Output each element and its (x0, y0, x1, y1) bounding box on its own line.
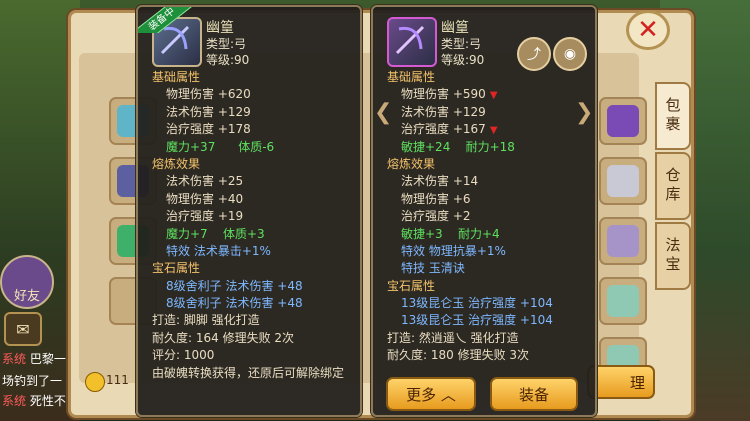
attr-row-extra: 敏捷+3 耐力+4 (401, 226, 500, 241)
arrange-button[interactable]: 理 (587, 365, 655, 399)
refine-title: 熔炼效果 (152, 156, 201, 171)
equipped-item-tooltip: 装备中 幽篁 类型:弓 等级:90 基础属性 物理伤害 +620 法术伤害 +1… (136, 5, 362, 417)
base-attr-title: 基础属性 (152, 70, 201, 84)
friends-label[interactable]: 好友 (14, 285, 40, 304)
arrange-button-label: 理 (629, 373, 645, 392)
gem-title: 宝石属性 (152, 261, 201, 276)
prev-arrow-icon[interactable]: ❮ (374, 100, 392, 125)
crafter: 打造: 然逍遥乀 强化打造 (387, 330, 519, 345)
more-button[interactable]: 更多 ︿ (386, 377, 476, 411)
bow-icon (387, 17, 437, 67)
item-type: 类型:弓 (206, 37, 247, 51)
item-attributes: 基础属性 物理伤害 +590 ▼ 法术伤害 +129 治疗强度 +167 ▼ 敏捷+… (387, 69, 589, 365)
score: 评分: 1000 (152, 348, 215, 363)
attr-row-extra: 魔力+7 体质+3 (166, 226, 265, 241)
item-attributes: 基础属性 物理伤害 +620 法术伤害 +129 治疗强度 +178 魔力+37… (152, 69, 354, 382)
refine-title: 熔炼效果 (387, 156, 436, 171)
attr-row: 法术伤害 +25 (166, 174, 244, 189)
item-name: 幽篁 (206, 20, 234, 36)
item-level: 等级:90 (441, 53, 485, 67)
attr-row: 治疗强度 +19 (166, 209, 244, 224)
bind-note: 由破魄转换获得，还原后可解除绑定 (152, 365, 345, 380)
attr-row: 治疗强度 +2 (401, 209, 471, 224)
coin-amount: 111 (106, 373, 129, 387)
attr-row: 物理伤害 +620 (166, 87, 251, 102)
tab-warehouse-label: 仓库 (663, 167, 682, 205)
item-level: 等级:90 (206, 53, 250, 67)
attr-row: 法术伤害 +129 (166, 104, 251, 119)
gem-row: 8级舍利子 法术伤害 +48 (166, 296, 303, 311)
gem-title: 宝石属性 (387, 278, 436, 293)
eye-icon[interactable]: ◉ (553, 37, 587, 71)
close-icon: ✕ (637, 15, 659, 45)
attr-row: 物理伤害 +590 ▼ (401, 87, 498, 102)
special-effect: 特效 法术暴击+1% (166, 243, 271, 258)
coin-icon (85, 372, 105, 392)
item-name: 幽篁 (441, 20, 469, 36)
gem-row: 8级舍利子 法术伤害 +48 (166, 278, 303, 293)
tab-bag[interactable]: 包裹 (655, 82, 691, 150)
attr-row: 治疗强度 +167 ▼ (401, 122, 498, 137)
base-attr-title: 基础属性 (387, 70, 436, 84)
attr-row-extra: 魔力+37 体质-6 (166, 139, 275, 154)
bag-slot[interactable] (599, 97, 647, 145)
gem-row: 13级昆仑玉 治疗强度 +104 (401, 296, 553, 311)
chat-text-3: 死性不 (29, 394, 66, 408)
bag-slot[interactable] (599, 217, 647, 265)
attr-row-extra: 敏捷+24 耐力+18 (401, 139, 515, 154)
attr-row: 治疗强度 +178 (166, 122, 251, 137)
chat-line-2: 场钓到了一 (2, 374, 63, 388)
bag-slot[interactable] (599, 277, 647, 325)
system-tag: 系统 (2, 394, 27, 408)
tab-treasure-label: 法宝 (663, 237, 682, 275)
tab-warehouse[interactable]: 仓库 (655, 152, 691, 220)
share-icon[interactable]: ⤴ (517, 37, 551, 71)
crafter: 打造: 脚脚 强化打造 (152, 313, 260, 328)
attr-row: 法术伤害 +14 (401, 174, 479, 189)
chat-line-1: 系统 巴黎一 (2, 350, 66, 367)
attr-row: 法术伤害 +129 (401, 104, 486, 119)
chat-line-3: 系统 死性不 (2, 392, 66, 409)
tab-bag-label: 包裹 (663, 97, 682, 135)
next-arrow-icon[interactable]: ❯ (575, 100, 593, 125)
equip-button[interactable]: 装备 (490, 377, 578, 411)
item-type: 类型:弓 (441, 37, 482, 51)
tab-treasure[interactable]: 法宝 (655, 222, 691, 290)
equip-button-label: 装备 (518, 385, 549, 404)
chat-text-1: 巴黎一 (29, 352, 66, 366)
chat-icon[interactable]: ✉ (4, 312, 42, 346)
equipped-badge: 装备中 (138, 7, 196, 33)
gem-row: 13级昆仑玉 治疗强度 +104 (401, 313, 553, 328)
equipped-ribbon: 装备中 (138, 7, 196, 33)
attr-row: 物理伤害 +6 (401, 191, 471, 206)
more-button-label: 更多 ︿ (406, 385, 456, 404)
bag-slot[interactable] (599, 157, 647, 205)
compare-item-tooltip: 幽篁 类型:弓 等级:90 ⤴ ◉ 基础属性 物理伤害 +590 ▼ 法术伤害 +… (371, 5, 597, 417)
close-button[interactable]: ✕ (626, 10, 670, 50)
attr-row: 物理伤害 +40 (166, 191, 244, 206)
decrease-arrow-icon: ▼ (489, 125, 498, 137)
durability: 耐久度: 164 修理失败 2次 (152, 330, 295, 345)
durability: 耐久度: 180 修理失败 3次 (387, 348, 530, 363)
system-tag: 系统 (2, 352, 27, 366)
special-effect: 特效 物理抗暴+1% (401, 243, 506, 258)
special-skill: 特技 玉清诀 (401, 261, 465, 276)
decrease-arrow-icon: ▼ (489, 90, 498, 102)
